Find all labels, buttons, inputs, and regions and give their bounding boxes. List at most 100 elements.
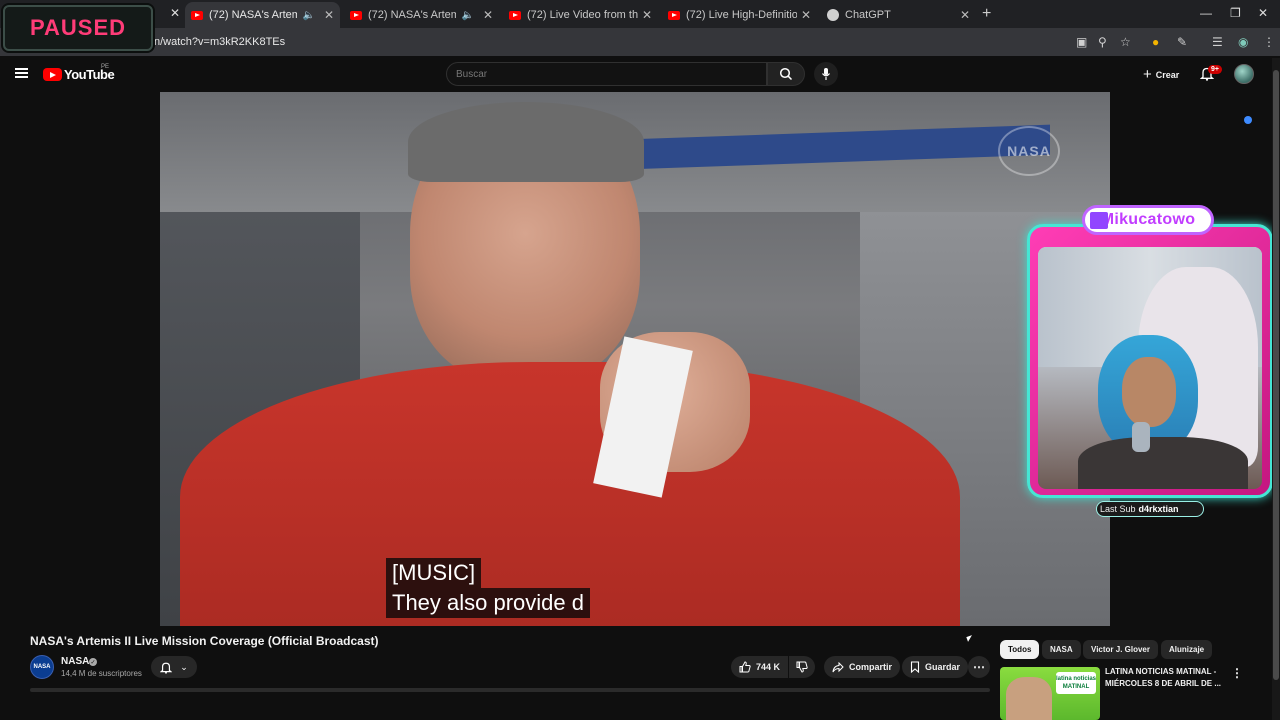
search-input[interactable] <box>447 63 766 85</box>
chip-victor-glover[interactable]: Victor J. Glover <box>1083 640 1158 659</box>
microphone-icon <box>822 68 830 80</box>
nasa-watermark: NASA <box>998 126 1060 176</box>
channel-avatar[interactable]: NASA <box>30 655 54 679</box>
minimize-icon[interactable]: — <box>1200 6 1212 20</box>
tab-title: (72) NASA's Artemis II Live <box>209 9 298 21</box>
account-avatar[interactable] <box>1234 64 1254 84</box>
browser-tab-5[interactable]: ChatGPT ✕ <box>821 4 976 26</box>
chatgpt-favicon-icon <box>827 9 839 21</box>
recommended-video-thumbnail[interactable]: latina noticias MATINAL <box>1000 667 1100 720</box>
save-button[interactable]: Guardar <box>902 656 969 678</box>
browser-tab-1[interactable]: (72) NASA's Artemis II Live 🔈 ✕ <box>185 2 340 28</box>
speaker-icon[interactable]: 🔈 <box>302 10 314 21</box>
close-tab-icon[interactable]: ✕ <box>642 8 652 22</box>
tab-title: (72) NASA's Artemis II Live <box>368 9 457 21</box>
mouse-cursor-icon <box>966 635 974 642</box>
voice-search-button[interactable] <box>814 62 838 86</box>
caption-line-2: They also provide d <box>386 588 590 618</box>
new-tab-icon[interactable]: + <box>982 5 991 23</box>
close-tab-icon[interactable]: ✕ <box>324 8 334 22</box>
tab-title: ChatGPT <box>845 9 891 21</box>
verified-icon: ✓ <box>89 658 97 666</box>
close-tab-icon[interactable]: ✕ <box>960 8 970 22</box>
notifications-badge: 9+ <box>1208 65 1222 74</box>
close-window-icon[interactable]: ✕ <box>1258 6 1268 20</box>
create-label: Crear <box>1155 69 1180 80</box>
last-sub-label: Last Sub <box>1100 504 1136 514</box>
video-player[interactable]: NASA [MUSIC] They also provide d <box>160 92 1110 626</box>
recommended-video-title[interactable]: LATINA NOTICIAS MATINAL - MIÉRCOLES 8 DE… <box>1105 666 1225 690</box>
close-tab-icon[interactable]: ✕ <box>483 8 493 22</box>
create-button[interactable]: + Crear <box>1143 66 1179 83</box>
search-box[interactable] <box>446 62 767 86</box>
youtube-favicon-icon <box>668 10 680 20</box>
webcam-microphone <box>1132 422 1150 452</box>
browser-tab-2[interactable]: (72) NASA's Artemis II Live 🔈 ✕ <box>344 4 499 26</box>
zoom-icon[interactable]: ⚲ <box>1098 35 1107 49</box>
page-scrollbar[interactable] <box>1272 58 1280 720</box>
profile-icon[interactable]: ◉ <box>1238 35 1248 49</box>
video-title: NASA's Artemis II Live Mission Coverage … <box>30 634 379 648</box>
scrollbar-thumb[interactable] <box>1273 70 1279 680</box>
search-button[interactable] <box>767 62 805 86</box>
url-field[interactable]: n/watch?v=m3kR2KK8TEs <box>154 36 285 48</box>
bell-icon <box>160 662 173 674</box>
like-count: 744 K <box>755 662 781 672</box>
webcam-feed <box>1038 247 1262 489</box>
chip-all[interactable]: Todos <box>1000 640 1040 659</box>
tab-title: (72) Live Video from the Intern <box>527 9 638 21</box>
last-sub-name: d4rkxtian <box>1138 504 1179 514</box>
video-person-hair <box>408 102 644 182</box>
share-arrow-icon <box>832 661 844 672</box>
tab-title: (72) Live High-Definition Views <box>686 9 797 21</box>
youtube-play-icon <box>43 68 62 81</box>
share-button[interactable]: Compartir <box>824 656 901 678</box>
cast-icon[interactable]: ▣ <box>1076 35 1087 49</box>
thumbnail-label: latina noticias MATINAL <box>1056 672 1096 694</box>
channel-name[interactable]: NASA <box>61 656 89 667</box>
video-captions: [MUSIC] They also provide d <box>386 558 590 618</box>
hamburger-menu-icon[interactable] <box>15 68 28 78</box>
speaker-icon[interactable]: 🔈 <box>461 10 473 21</box>
youtube-favicon-icon <box>509 10 521 20</box>
browser-tab-4[interactable]: (72) Live High-Definition Views ✕ <box>662 4 817 26</box>
share-label: Compartir <box>849 662 893 672</box>
chip-alunizaje[interactable]: Alunizaje <box>1161 640 1213 659</box>
bookmark-icon <box>910 661 920 673</box>
extensions-puzzle-icon[interactable]: ✎ <box>1177 35 1187 49</box>
youtube-logo[interactable]: YouTube PE <box>43 64 115 82</box>
more-actions-button[interactable]: ⋯ <box>968 656 990 678</box>
extension-icon[interactable]: ● <box>1152 35 1159 49</box>
thumbnail-people <box>1006 677 1052 720</box>
country-code: PE <box>101 64 110 70</box>
webcam-person-face <box>1122 357 1176 427</box>
close-tab-icon[interactable]: ✕ <box>801 8 811 22</box>
close-tab-icon[interactable]: ✕ <box>170 6 180 20</box>
restore-icon[interactable]: ❐ <box>1230 6 1241 20</box>
last-sub-banner: Last Sub d4rkxtian <box>1096 501 1204 517</box>
bookmark-star-icon[interactable]: ☆ <box>1120 35 1131 49</box>
webcam-person-body <box>1078 437 1248 489</box>
youtube-header: YouTube PE + Crear 9+ <box>0 56 1280 92</box>
media-control-icon[interactable]: ☰ <box>1212 35 1223 49</box>
description-box-edge <box>30 688 990 692</box>
chevron-down-icon: ⌄ <box>180 661 188 672</box>
like-button[interactable]: 744 K <box>731 656 788 678</box>
paused-overlay: PAUSED <box>3 5 153 51</box>
chip-nasa[interactable]: NASA <box>1042 640 1081 659</box>
save-label: Guardar <box>925 662 961 672</box>
browser-menu-icon[interactable]: ⋮ <box>1263 35 1275 49</box>
search-icon <box>779 67 793 81</box>
subscription-bell-button[interactable]: ⌄ <box>151 656 197 678</box>
youtube-favicon-icon <box>191 10 203 20</box>
caption-line-1: [MUSIC] <box>386 558 482 588</box>
browser-tab-3[interactable]: (72) Live Video from the Intern ✕ <box>503 4 658 26</box>
browser-tab-bar: (72) NASA's Artemis II Live 🔈 ✕ (72) NAS… <box>0 0 1280 28</box>
address-bar: n/watch?v=m3kR2KK8TEs ▣ ⚲ ☆ ● ✎ ☰ ◉ ⋮ <box>0 28 1280 56</box>
twitch-icon <box>1090 212 1108 229</box>
webcam-overlay <box>1027 224 1273 498</box>
dislike-button[interactable] <box>789 656 815 678</box>
thumbs-up-icon <box>739 661 751 673</box>
youtube-favicon-icon <box>350 10 362 20</box>
recommendation-menu-icon[interactable]: ⋮ <box>1231 666 1243 680</box>
